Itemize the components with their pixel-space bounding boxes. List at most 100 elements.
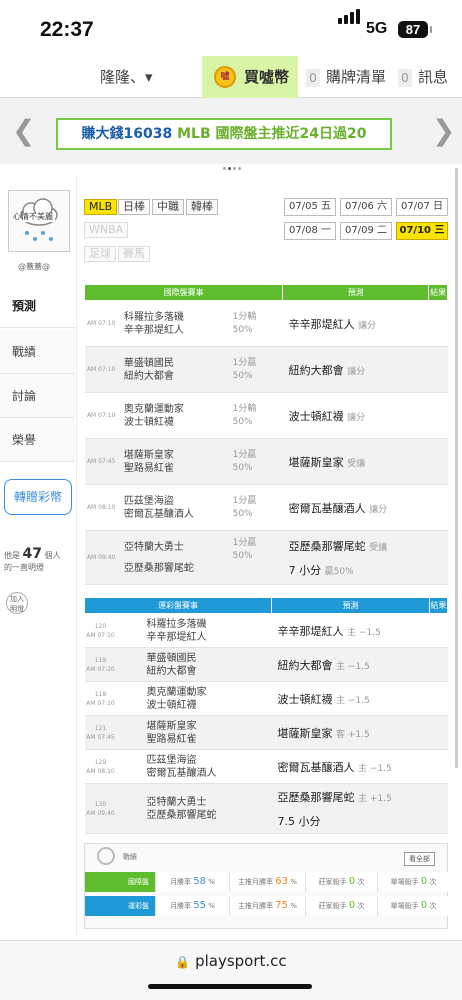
stats-title: 戰績 xyxy=(123,853,137,861)
pick-tag: 主 −1.5 xyxy=(358,763,392,774)
league-tag[interactable]: 日棒 xyxy=(118,199,150,215)
game-number: 118 xyxy=(94,690,107,698)
league-tag[interactable]: 賽馬 xyxy=(118,246,150,262)
date-button[interactable]: 07/05 五 xyxy=(284,198,336,216)
table-row[interactable]: AM 08:10 匹茲堡海盜 密爾瓦基釀酒人 1分贏 50% 密爾瓦基釀酒人 讓分 xyxy=(84,484,448,531)
line-label: 1分輸 xyxy=(232,311,257,322)
sidebar-item-record[interactable]: 戰績 xyxy=(0,330,75,374)
gift-coins-button[interactable]: 轉贈彩幣 xyxy=(4,479,72,515)
game-number: 119 xyxy=(94,656,107,664)
table-row[interactable]: AM 09:40 亞特蘭大勇士 亞歷桑那響尾蛇 1分贏 50% 亞歷桑那響尾蛇 受讓… xyxy=(84,530,448,585)
stat-value: 0 xyxy=(420,876,428,887)
game-time: AM 08:10 xyxy=(84,484,118,531)
cart-link[interactable]: 0 購牌清單 xyxy=(306,56,386,98)
stat-value: 0 xyxy=(348,876,356,887)
date-button[interactable]: 07/06 六 xyxy=(340,198,392,216)
table-row[interactable]: 130 AM 09:40 亞特蘭大勇士 亞歷桑那響尾蛇 亞歷桑那響尾蛇 主 +1.5… xyxy=(84,783,448,834)
stat-pre: 單場殺手 xyxy=(390,878,419,886)
scrollbar[interactable] xyxy=(455,168,458,768)
target-icon xyxy=(97,847,115,865)
buy-coins-button[interactable]: 噓 買噓幣 xyxy=(202,56,298,98)
pick-tag: 讓分 xyxy=(358,320,377,331)
follow-post: 個人 xyxy=(44,551,61,560)
home-team: 聖路易紅雀 xyxy=(146,733,197,745)
date-button[interactable]: 07/07 日 xyxy=(396,198,448,216)
local-table: 運彩盤賽事 預測 結果 120 AM 07:10 科羅拉多落磯 辛辛那堤紅人 辛辛那… xyxy=(84,597,448,834)
table-row[interactable]: AM 07:10 科羅拉多落磯 辛辛那堤紅人 1分輸 50% 辛辛那堤紅人 讓分 xyxy=(84,300,448,347)
stat-cell: 莊家殺手 0 次 xyxy=(305,896,377,916)
chevron-left-icon[interactable]: ❮ xyxy=(12,114,35,147)
follow-info: 他是 47 個人 的一直明燈 xyxy=(4,546,61,573)
table-row[interactable]: 129 AM 08:10 匹茲堡海盜 密爾瓦基釀酒人 密爾瓦基釀酒人 主 −1.5 xyxy=(84,749,448,784)
col-header: 結果 xyxy=(428,284,448,301)
game-time: AM 09:40 xyxy=(84,530,118,585)
pick-tag: 主 −1.5 xyxy=(336,661,370,672)
table-row[interactable]: 120 AM 07:10 科羅拉多落磯 辛辛那堤紅人 辛辛那堤紅人 主 −1.5 xyxy=(84,613,448,648)
stat-cell: 單場殺手 0 次 xyxy=(377,896,449,916)
stat-pre: 主推月勝率 xyxy=(238,902,274,910)
team-dropdown[interactable]: 隆隆、▾ xyxy=(100,56,153,98)
sidebar-item-honor[interactable]: 榮譽 xyxy=(0,418,75,462)
pick-team: 辛辛那堤紅人 xyxy=(288,317,355,331)
league-tag[interactable]: 中職 xyxy=(152,199,184,215)
league-tag[interactable]: WNBA xyxy=(84,222,129,238)
game-time: AM 07:10 xyxy=(86,665,115,673)
table-row[interactable]: AM 07:10 奧克蘭運動家 波士頓紅襪 1分輸 50% 波士頓紅襪 讓分 xyxy=(84,392,448,439)
table-row[interactable]: 121 AM 07:45 堪薩斯皇家 聖路易紅雀 堪薩斯皇家 客 +1.5 xyxy=(84,715,448,750)
banner-link[interactable]: 賺大錢16038 MLB 國際盤主推近24日過20 xyxy=(56,118,392,150)
league-tag[interactable]: 足球 xyxy=(84,246,116,262)
game-time: AM 07:10 xyxy=(86,631,115,639)
url-display: 🔒 playsport.cc xyxy=(0,952,462,970)
col-header: 預測 xyxy=(271,597,430,614)
table-row[interactable]: AM 07:45 堪薩斯皇家 聖路易紅雀 1分贏 50% 堪薩斯皇家 受讓 xyxy=(84,438,448,485)
stat-cell: 主推月勝率 63 % xyxy=(229,872,305,892)
league-tag[interactable]: MLB xyxy=(84,199,118,215)
status-bar: 22:37 5G 87 xyxy=(0,0,462,56)
message-link[interactable]: 0 訊息 xyxy=(398,56,448,98)
clock: 22:37 xyxy=(40,18,94,41)
stat-post: % xyxy=(290,902,297,910)
pick-tag: 主 −1.5 xyxy=(347,627,381,638)
buy-coins-label: 買噓幣 xyxy=(244,68,290,86)
table-row[interactable]: 119 AM 07:10 華盛頓國民 紐約大都會 紐約大都會 主 −1.5 xyxy=(84,647,448,682)
league-tag[interactable]: 韓棒 xyxy=(186,199,218,215)
sidebar-item-discuss[interactable]: 討論 xyxy=(0,374,75,418)
line-label: 1分贏 xyxy=(232,357,257,368)
game-number: 130 xyxy=(94,800,107,808)
stat-value: 0 xyxy=(348,900,356,911)
date-button[interactable]: 07/10 三 xyxy=(396,222,448,240)
home-team: 亞歷桑那響尾蛇 xyxy=(146,809,217,821)
stat-post: 次 xyxy=(429,902,437,910)
message-count: 0 xyxy=(398,68,412,87)
away-team: 匹茲堡海盜 xyxy=(123,495,174,507)
stat-pre: 月勝率 xyxy=(170,902,192,910)
view-all-button[interactable]: 看全部 xyxy=(404,852,435,866)
away-team: 奧克蘭運動家 xyxy=(123,403,184,415)
sidebar-item-predict[interactable]: 預測 xyxy=(0,284,75,328)
stat-post: % xyxy=(290,878,297,886)
stat-post: 次 xyxy=(357,902,365,910)
pick-team: 亞歷桑那響尾蛇 xyxy=(277,790,355,804)
stat-value: 75 xyxy=(275,900,289,911)
stat-post: % xyxy=(208,878,215,886)
away-team: 亞特蘭大勇士 xyxy=(146,796,207,808)
pick-team: 辛辛那堤紅人 xyxy=(277,624,344,638)
away-team: 亞特蘭大勇士 xyxy=(123,541,184,553)
table-row[interactable]: 118 AM 07:10 奧克蘭運動家 波士頓紅襪 波士頓紅襪 主 −1.5 xyxy=(84,681,448,716)
table-row[interactable]: AM 07:10 華盛頓國民 紐約大都會 1分贏 50% 紐約大都會 讓分 xyxy=(84,346,448,393)
join-button[interactable]: 加入明燈 xyxy=(6,592,28,614)
line-label: 1分贏 xyxy=(232,538,257,548)
date-button[interactable]: 07/09 二 xyxy=(340,222,392,240)
cart-label: 購牌清單 xyxy=(326,68,387,86)
avatar[interactable]: 心情不美麗 xyxy=(8,190,70,252)
date-button[interactable]: 07/08 一 xyxy=(284,222,336,240)
col-header: 結果 xyxy=(429,597,448,614)
home-indicator[interactable] xyxy=(148,984,312,989)
browser-url-bar[interactable]: 🔒 playsport.cc xyxy=(0,940,462,1000)
col-header: 預測 xyxy=(282,284,430,301)
stat-post: 次 xyxy=(357,878,365,886)
line-pct: 50% xyxy=(232,551,253,561)
game-time: AM 09:40 xyxy=(86,809,115,817)
total-tag: 贏50% xyxy=(324,566,354,577)
chevron-right-icon[interactable]: ❯ xyxy=(432,114,455,147)
